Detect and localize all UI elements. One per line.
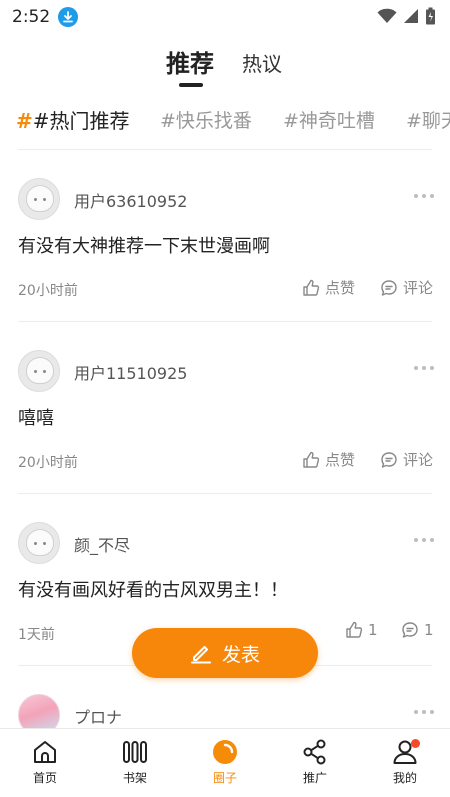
nav-label: 书架 — [122, 771, 147, 785]
default-avatar-icon — [26, 185, 54, 212]
post-username[interactable]: 颜_不尽 — [74, 532, 130, 556]
comment-button[interactable]: 1 — [401, 621, 434, 639]
edit-pencil-icon — [190, 646, 211, 664]
default-avatar-icon — [26, 357, 54, 384]
status-time: 2:52 — [12, 7, 51, 27]
nav-label: 首页 — [32, 771, 57, 785]
post-time: 1天前 — [18, 627, 55, 643]
like-count: 1 — [368, 621, 378, 639]
comment-label: 评论 — [403, 279, 434, 297]
topic-label: #热门推荐 — [32, 109, 130, 133]
status-bar: 2:52 — [0, 0, 450, 34]
thumbs-up-icon — [303, 279, 320, 296]
publish-button[interactable]: 发表 — [132, 628, 318, 678]
more-options-icon[interactable] — [414, 366, 434, 370]
download-icon — [58, 7, 79, 27]
avatar[interactable] — [18, 350, 60, 392]
topic-hot-recommend[interactable]: ##热门推荐 — [16, 105, 130, 134]
post-time: 20小时前 — [18, 283, 78, 299]
thumbs-up-icon — [346, 621, 363, 638]
nav-bookshelf[interactable]: 书架 — [90, 729, 180, 797]
post-username[interactable]: プロナ — [74, 704, 122, 728]
comment-button[interactable]: 评论 — [380, 277, 433, 298]
like-label: 点赞 — [325, 451, 356, 469]
avatar[interactable] — [18, 522, 60, 564]
battery-icon — [425, 7, 436, 29]
topic-strip: ##热门推荐 #快乐找番 #神奇吐槽 #聊天 — [0, 100, 450, 140]
nav-profile[interactable]: 我的 — [360, 729, 450, 797]
more-options-icon[interactable] — [414, 710, 434, 714]
topic-fun-rant[interactable]: #神奇吐槽 — [283, 106, 375, 133]
post-item[interactable]: 用户11510925 嘻嘻 20小时前 点赞 评论 — [0, 322, 450, 494]
nav-promote[interactable]: 推广 — [270, 729, 360, 797]
comment-icon — [381, 279, 397, 296]
nav-label: 我的 — [392, 771, 417, 785]
post-content: 有没有画风好看的古风双男主！！ — [18, 580, 288, 601]
comment-label: 评论 — [403, 451, 434, 469]
post-content: 嘻嘻 — [18, 408, 54, 429]
post-time: 20小时前 — [18, 455, 78, 471]
more-options-icon[interactable] — [414, 194, 434, 198]
bookshelf-icon — [123, 741, 147, 763]
comment-count: 1 — [424, 621, 434, 639]
notification-badge — [411, 739, 420, 748]
post-content: 有没有大神推荐一下末世漫画啊 — [18, 236, 270, 257]
avatar[interactable] — [18, 694, 60, 728]
topic-chat[interactable]: #聊天 — [406, 106, 450, 133]
bottom-nav: 首页 书架 圈子 推广 我的 — [0, 728, 450, 797]
default-avatar-icon — [26, 529, 54, 556]
home-icon — [34, 741, 56, 763]
topic-happy-anime[interactable]: #快乐找番 — [160, 106, 252, 133]
more-options-icon[interactable] — [414, 538, 434, 542]
nav-circle[interactable]: 圈子 — [180, 729, 270, 797]
circle-icon — [213, 740, 237, 764]
signal-icon — [403, 8, 419, 28]
tab-active-indicator — [179, 83, 203, 87]
comment-icon — [381, 451, 397, 468]
like-button[interactable]: 点赞 — [302, 449, 355, 470]
share-icon — [303, 739, 326, 765]
topic-hash-mark: # — [16, 109, 33, 133]
nav-label: 推广 — [302, 771, 327, 785]
top-tabs: 推荐 热议 — [0, 42, 450, 92]
tab-recommend[interactable]: 推荐 — [166, 44, 214, 79]
like-button[interactable]: 点赞 — [302, 277, 355, 298]
avatar[interactable] — [18, 178, 60, 220]
like-label: 点赞 — [325, 279, 356, 297]
post-item[interactable]: 用户63610952 有没有大神推荐一下末世漫画啊 20小时前 点赞 评论 — [0, 150, 450, 322]
post-username[interactable]: 用户63610952 — [74, 188, 187, 212]
nav-home[interactable]: 首页 — [0, 729, 90, 797]
thumbs-up-icon — [303, 451, 320, 468]
wifi-icon — [377, 8, 397, 28]
comment-icon — [402, 622, 418, 638]
like-button[interactable]: 1 — [345, 621, 378, 639]
post-username[interactable]: 用户11510925 — [74, 360, 187, 384]
tab-hot[interactable]: 热议 — [242, 48, 282, 77]
nav-label: 圈子 — [212, 771, 237, 785]
comment-button[interactable]: 评论 — [380, 449, 433, 470]
publish-label: 发表 — [221, 643, 260, 666]
